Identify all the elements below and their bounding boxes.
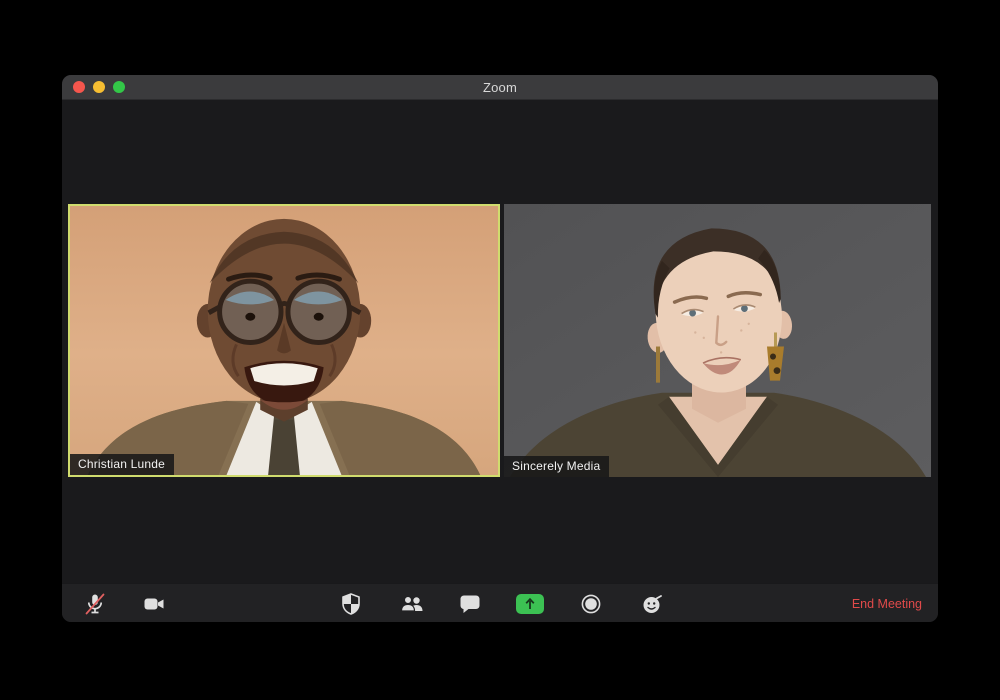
reactions-button[interactable] [637, 589, 667, 619]
record-icon [581, 594, 601, 614]
window-titlebar[interactable]: Zoom [62, 75, 938, 100]
mute-button[interactable] [80, 589, 110, 619]
traffic-lights [73, 81, 125, 93]
security-button[interactable] [336, 589, 366, 619]
security-shield-icon [342, 593, 360, 615]
meeting-controls-toolbar: End Meeting [62, 583, 938, 622]
zoom-app-window: Zoom Christian Lunde Sincerely Media End… [62, 75, 938, 622]
participant-name-label: Christian Lunde [70, 454, 175, 475]
participants-icon [400, 595, 423, 612]
video-grid: Christian Lunde Sincerely Media [68, 204, 931, 477]
minimize-icon[interactable] [93, 81, 105, 93]
reactions-icon [643, 595, 662, 613]
video-tile-christian-lunde[interactable]: Christian Lunde [68, 204, 500, 477]
start-video-button[interactable] [139, 589, 169, 619]
meeting-video-area: Christian Lunde Sincerely Media [62, 100, 938, 583]
participant-name-label: Sincerely Media [504, 456, 610, 477]
fullscreen-icon[interactable] [113, 81, 125, 93]
window-title: Zoom [482, 79, 518, 95]
sincerely-media-video-feed [504, 204, 931, 477]
share-screen-arrow-icon [525, 597, 535, 609]
chat-button[interactable] [455, 589, 485, 619]
close-icon[interactable] [73, 81, 85, 93]
christian-lunde-video-feed [70, 206, 498, 475]
video-camera-icon [144, 598, 164, 610]
record-button[interactable] [576, 589, 606, 619]
share-screen-button[interactable] [515, 589, 545, 619]
video-tile-sincerely-media[interactable]: Sincerely Media [504, 204, 931, 477]
microphone-muted-icon [85, 593, 105, 615]
share-screen-pill [516, 594, 544, 614]
end-meeting-button[interactable]: End Meeting [852, 584, 922, 622]
chat-bubble-icon [460, 595, 480, 613]
participants-button[interactable] [397, 589, 427, 619]
